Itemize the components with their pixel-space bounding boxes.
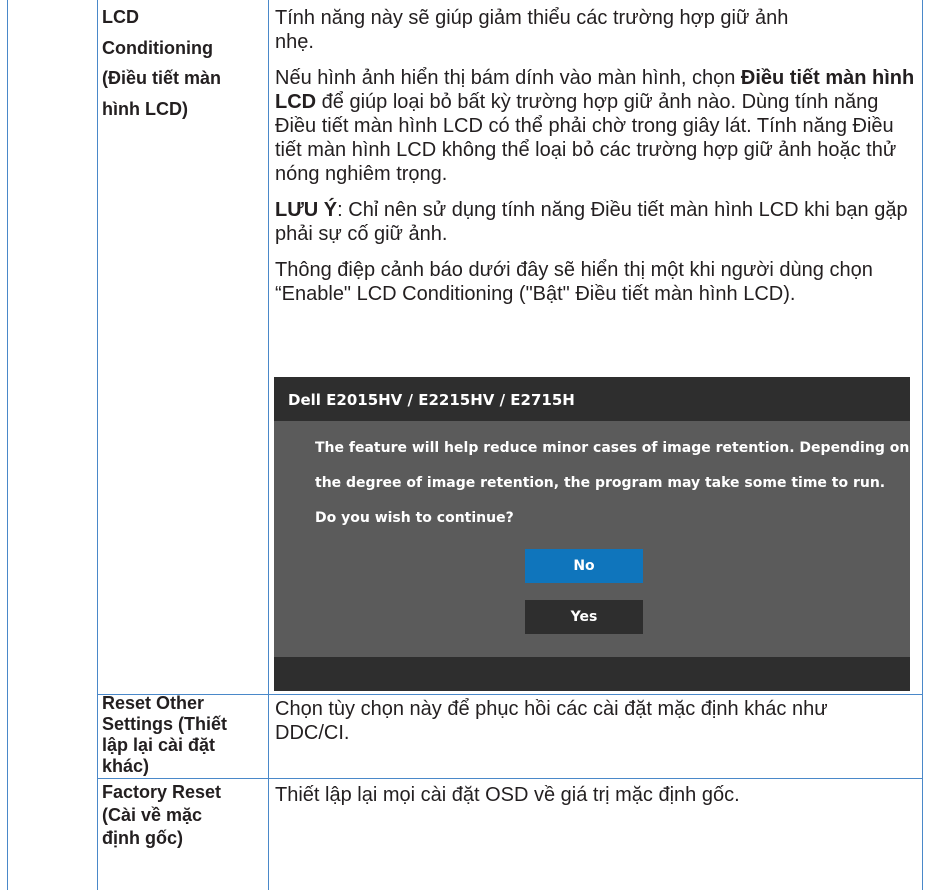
dialog-title: Dell E2015HV / E2215HV / E2715H [288,391,575,409]
lcd-conditioning-warning-dialog: Dell E2015HV / E2215HV / E2715H The feat… [274,377,910,691]
osd-manual-table: LCD Conditioning (Điều tiết màn hình LCD… [0,0,930,890]
table-border-right [922,0,923,890]
desc-paragraph-note: LƯU Ý: Chỉ nên sử dụng tính năng Điều ti… [275,199,908,245]
table-border-left [7,0,8,890]
dialog-footer-bar [274,657,910,691]
row-desc-lcd-conditioning: Tính năng này sẽ giúp giảm thiểu các trư… [275,6,915,306]
table-divider-nav [97,0,98,890]
row-desc-reset-other-settings: Chọn tùy chọn này để phục hồi các cài đặ… [275,698,828,744]
table-divider-label [268,0,269,890]
desc-paragraph-warning: Thông điệp cảnh báo dưới đây sẽ hiển thị… [275,259,873,305]
desc-paragraph-usage: Nếu hình ảnh hiển thị bám dính vào màn h… [275,67,915,185]
row-label-factory-reset: Factory Reset (Cài về mặc định gốc) [102,782,222,848]
row-desc-factory-reset: Thiết lập lại mọi cài đặt OSD về giá trị… [275,784,740,806]
row-label-lcd-conditioning: LCD Conditioning (Điều tiết màn hình LCD… [102,7,222,119]
row-label-reset-other-settings: Reset Other Settings (Thiết lập lại cài … [102,693,227,776]
desc-paragraph-intro: Tính năng này sẽ giúp giảm thiểu các trư… [275,7,789,53]
yes-button[interactable]: Yes [525,600,643,634]
dialog-message-line-2: the degree of image retention, the progr… [315,475,886,491]
dialog-message-line-3: Do you wish to continue? [315,510,514,526]
no-button[interactable]: No [525,549,643,583]
dialog-message-line-1: The feature will help reduce minor cases… [315,440,910,456]
row-divider-2 [97,778,923,779]
dialog-titlebar: Dell E2015HV / E2215HV / E2715H [274,377,910,421]
